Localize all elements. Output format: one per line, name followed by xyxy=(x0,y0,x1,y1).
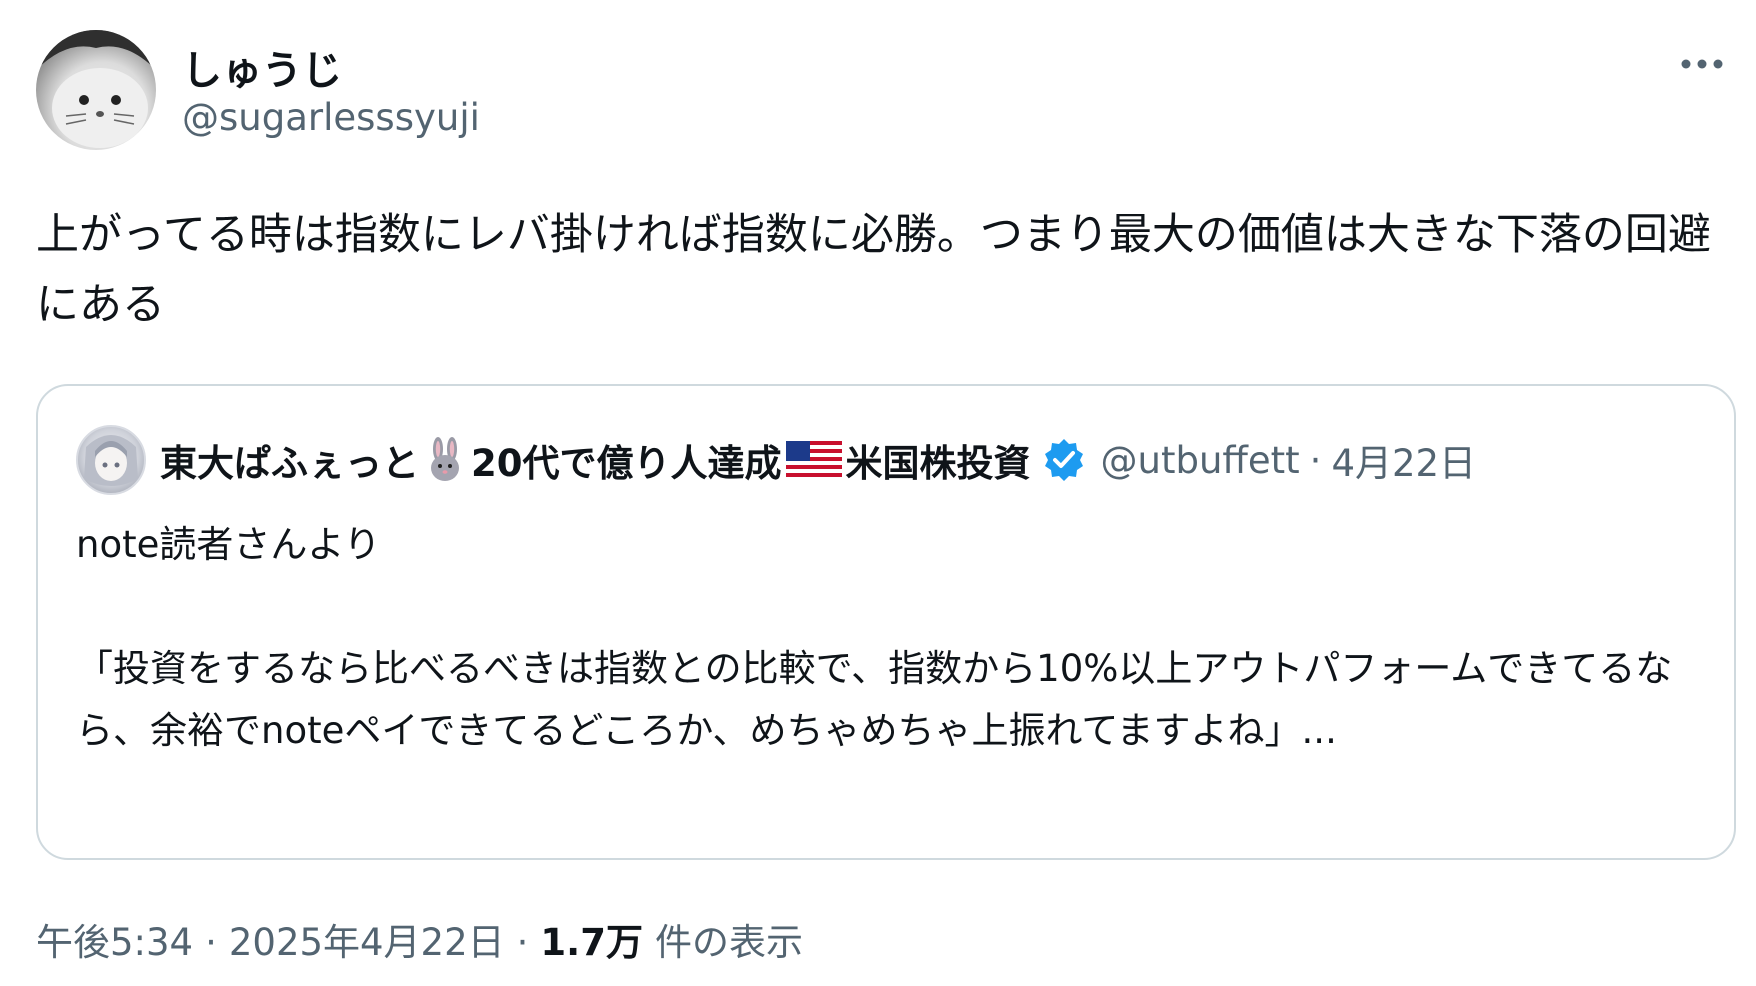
us-flag-emoji-icon xyxy=(782,441,846,479)
quoted-author-avatar xyxy=(76,425,146,495)
tweet-date[interactable]: 2025年4月22日 xyxy=(229,912,505,966)
quoted-tweet-card[interactable]: 東大ぱふぇっと 20代で億り人達成 米国株投資 @utbuffett · 4月2… xyxy=(36,384,1736,860)
views-label: 件の表示 xyxy=(654,921,803,964)
quoted-text-line2: 「投資をするなら比べるべきは指数との比較で、指数から10%以上アウトパフォームで… xyxy=(76,647,1673,752)
quoted-author-handle: @utbuffett xyxy=(1100,438,1300,482)
author-handle[interactable]: @sugarlesssyuji xyxy=(182,96,480,139)
views-count[interactable]: 1.7万 xyxy=(540,912,643,966)
more-dots-icon xyxy=(1681,59,1723,69)
quoted-text-line1: note読者さんより xyxy=(76,523,381,566)
verified-badge-icon xyxy=(1041,437,1087,483)
avatar-image xyxy=(36,30,156,148)
tweet-header: しゅうじ @sugarlesssyuji xyxy=(36,30,1726,154)
author-avatar[interactable] xyxy=(36,30,156,150)
quoted-name-part1: 東大ぱふぇっと xyxy=(160,442,419,485)
quoted-separator-dot: · xyxy=(1309,438,1322,482)
quoted-name-part2: 20代で億り人達成 xyxy=(471,442,782,485)
quoted-tweet-date: 4月22日 xyxy=(1331,442,1477,485)
meta-separator-dot: · xyxy=(205,921,217,964)
more-options-button[interactable] xyxy=(1678,40,1726,88)
rabbit-emoji-icon xyxy=(419,436,471,484)
quoted-name-part3: 米国株投資 xyxy=(845,442,1031,485)
tweet-meta: 午後5:34 · 2025年4月22日 · 1.7万 件の表示 xyxy=(36,912,803,966)
author-name[interactable]: しゅうじ xyxy=(182,38,342,96)
meta-separator-dot: · xyxy=(516,921,529,964)
quoted-tweet-header: 東大ぱふぇっと 20代で億り人達成 米国株投資 @utbuffett · 4月2… xyxy=(76,424,1696,496)
quoted-avatar-image xyxy=(84,435,138,486)
tweet-text: 上がってる時は指数にレバ掛ければ指数に必勝。つまり最大の価値は大きな下落の回避に… xyxy=(36,210,1711,330)
tweet-time[interactable]: 午後5:34 xyxy=(36,912,193,966)
quoted-author-name: 東大ぱふぇっと 20代で億り人達成 米国株投資 xyxy=(160,433,1031,487)
quoted-tweet-text: note読者さんより 「投資をするなら比べるべきは指数との比較で、指数から10%… xyxy=(76,514,1696,762)
